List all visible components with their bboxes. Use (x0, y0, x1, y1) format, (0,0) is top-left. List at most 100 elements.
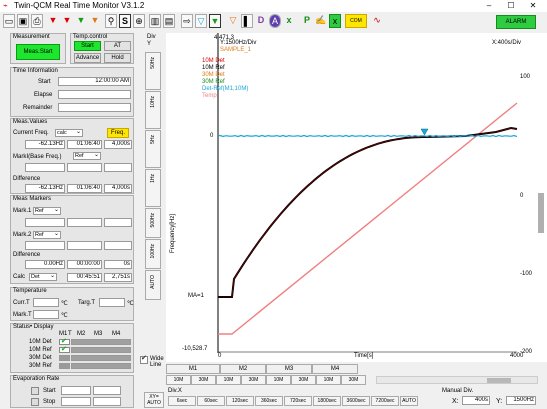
xy-auto-button[interactable]: XY= AUTO (144, 392, 164, 408)
tab-m1[interactable]: M1 (166, 364, 220, 374)
mark1-time-field (67, 218, 102, 227)
status-checkbox[interactable] (59, 363, 70, 369)
maximize-button[interactable]: ☐ (500, 0, 522, 12)
triangle-cyan-icon[interactable]: ▽ (195, 14, 207, 28)
div-x-auto[interactable]: AUTO (400, 396, 418, 406)
advance-button[interactable]: Advance (74, 53, 101, 63)
manual-y-field[interactable]: 1500Hz (506, 396, 536, 405)
hold-button[interactable]: Hold (104, 53, 131, 63)
targ-temp-unit: ℃ (127, 301, 134, 307)
tab-m2[interactable]: M2 (220, 364, 266, 374)
mark2-label: Mark.2 (13, 232, 32, 238)
mark2-select[interactable]: Ref (33, 231, 61, 239)
alarm-button[interactable]: ALARM (496, 15, 536, 29)
right-tick-100: 100 (520, 74, 531, 80)
elapse-label: Elapse (34, 92, 53, 98)
p-icon[interactable]: P (301, 14, 313, 28)
mark-base-select[interactable]: Ref (73, 152, 101, 160)
open-icon[interactable]: ▭ (3, 14, 15, 28)
wide-line-checkbox[interactable]: ✔ (140, 355, 148, 364)
evap-start-check[interactable] (31, 387, 39, 395)
sub-10m-button[interactable]: 10M (166, 375, 191, 385)
close-button[interactable]: ✕ (522, 0, 544, 12)
div-50hz-button[interactable]: 50Hz (145, 52, 161, 90)
tab-m4[interactable]: M4 (312, 364, 358, 374)
div-x-7200sec[interactable]: 7200sec (371, 396, 399, 406)
div-1hz-button[interactable]: 1Hz (145, 169, 161, 207)
h-scroll-thumb[interactable] (487, 378, 511, 383)
horizontal-scrollbar[interactable] (376, 376, 538, 384)
d-icon[interactable]: D (255, 14, 267, 28)
sub-30m-button[interactable]: 30M (191, 375, 216, 385)
title-bar: ⌁ Twin-QCM Real Time Monitor V3.1.2 – ☐ … (0, 0, 547, 12)
calc-select[interactable]: calc (55, 129, 83, 137)
excel-icon[interactable]: x (283, 14, 295, 28)
arrow-right-icon[interactable]: ⇨ (181, 14, 193, 28)
div-5hz-button[interactable]: 5Hz (145, 130, 161, 168)
col-m3: M3 (94, 331, 103, 337)
div-100hz-button[interactable]: 100Hz (145, 239, 161, 269)
save-icon[interactable]: ▣ (17, 14, 29, 28)
freq-button[interactable]: Freq. (107, 128, 129, 138)
com-icon[interactable]: COM (345, 14, 367, 28)
sub-30m-button[interactable]: 30M (241, 375, 266, 385)
sub-10m-button[interactable]: 10M (266, 375, 291, 385)
evap-start-field (61, 386, 91, 395)
zoom-icon[interactable]: ⊕ (133, 14, 145, 28)
meas-start-button[interactable]: Meas.Start (16, 44, 60, 60)
div-x-120sec[interactable]: 120sec (226, 396, 254, 406)
chart-icon[interactable]: ▥ (149, 14, 161, 28)
div-x-720sec[interactable]: 720sec (284, 396, 312, 406)
sub-10m-button[interactable]: 10M (316, 375, 341, 385)
marker-red-icon[interactable]: ▼ (47, 14, 59, 28)
div-x-1800sec[interactable]: 1800sec (313, 396, 341, 406)
triangle-orange-icon[interactable]: ▽ (227, 14, 239, 28)
sub-30m-button[interactable]: 30M (341, 375, 366, 385)
calc-det-select[interactable]: Det (29, 273, 57, 281)
marker-orange-icon[interactable]: ▼ (89, 14, 101, 28)
vertical-scrollbar-thumb[interactable] (538, 193, 544, 233)
app-icon: ⌁ (3, 1, 8, 10)
mark1-select[interactable]: Ref (33, 207, 61, 215)
sub-30m-button[interactable]: 30M (291, 375, 316, 385)
axis-icon[interactable]: x (329, 14, 341, 28)
temp-start-button[interactable]: Start (74, 41, 101, 51)
status-check-icon[interactable]: ✔ (59, 346, 70, 353)
div-x-60sec[interactable]: 60sec (197, 396, 225, 406)
marker-red-icon[interactable]: ▼ (61, 14, 73, 28)
zero-tick-label: 0 (210, 133, 214, 139)
color-icon[interactable]: ✍ (315, 14, 327, 28)
sub-10m-button[interactable]: 10M (216, 375, 241, 385)
s-icon[interactable]: S (119, 14, 131, 28)
print-icon[interactable]: ⎙ (31, 14, 43, 28)
status-checkbox[interactable] (59, 355, 70, 361)
at-button[interactable]: AT (104, 41, 131, 51)
time-info-group: Time Information Start 12:00:00 AM Elaps… (10, 67, 134, 117)
div-x-6sec[interactable]: 6sec (168, 396, 196, 406)
div-500hz-button[interactable]: 500Hz (145, 208, 161, 238)
marker-triangle-icon[interactable] (420, 128, 429, 136)
div-x-3600sec[interactable]: 3600sec (342, 396, 370, 406)
triangle-green-icon[interactable]: ▼ (209, 14, 221, 28)
div-10hz-button[interactable]: 10Hz (145, 91, 161, 129)
graph-icon[interactable]: ∿ (371, 14, 383, 28)
curr-temp-unit: ℃ (61, 301, 68, 307)
manual-x-field[interactable]: 400s (462, 396, 490, 405)
a-icon[interactable]: A (269, 14, 281, 28)
markers-diff-freq-field: 0.00Hz (25, 260, 65, 269)
div-auto-button[interactable]: AUTO (145, 270, 161, 300)
evap-stop-check[interactable] (31, 398, 39, 406)
current-time1-field: 01:06:40 (67, 140, 102, 149)
div-x-360sec[interactable]: 360sec (255, 396, 283, 406)
search-icon[interactable]: ⚲ (105, 14, 117, 28)
evaporation-title: Evaporation Rate (13, 376, 60, 382)
minimize-button[interactable]: – (478, 0, 500, 12)
tab-m3[interactable]: M3 (266, 364, 312, 374)
col-m4: M4 (112, 331, 121, 337)
time-info-title: Time Information (13, 68, 58, 74)
measurement-title: Measurement (13, 34, 50, 40)
view-icon[interactable]: ▤ (163, 14, 175, 28)
marker-green-icon[interactable]: ▼ (75, 14, 87, 28)
bar-icon[interactable]: ▌ (241, 14, 253, 28)
mark2-s-field (104, 241, 132, 250)
